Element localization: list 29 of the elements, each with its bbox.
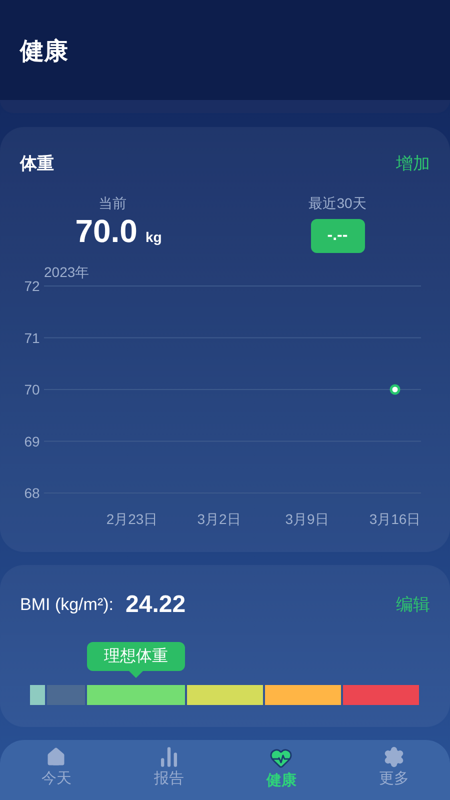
- y-tick-label: 71: [24, 329, 40, 346]
- y-tick-label: 72: [24, 278, 40, 294]
- current-weight: 70.0: [75, 212, 138, 248]
- heart-pulse-icon: [269, 746, 294, 770]
- bmi-label: BMI (kg/m²):: [20, 594, 114, 616]
- x-tick-label: 3月16日: [369, 510, 421, 526]
- bmi-value: 24.22: [126, 590, 186, 620]
- add-button[interactable]: 增加: [396, 151, 430, 176]
- nav-tab[interactable]: 今天: [0, 740, 112, 800]
- year-label: 2023年: [44, 264, 90, 280]
- y-tick-label: 68: [24, 484, 40, 500]
- x-tick-label: 3月9日: [285, 510, 329, 526]
- x-tick-label: 3月2日: [197, 510, 241, 526]
- nav-tab[interactable]: 更多: [338, 740, 450, 800]
- home-icon: [45, 746, 68, 768]
- recent-change-badge: -.--: [310, 218, 364, 252]
- y-tick-label: 70: [24, 381, 40, 397]
- nav-tab[interactable]: 健康: [225, 740, 338, 800]
- edit-button[interactable]: 编辑: [396, 592, 430, 618]
- nav-tab[interactable]: 报告: [112, 740, 225, 800]
- card-title: 体重: [20, 153, 54, 175]
- marker-tooltip: 理想体重: [87, 642, 185, 678]
- page-title: 健康: [20, 37, 68, 67]
- y-tick-label: 69: [24, 432, 40, 449]
- weight-unit: kg: [145, 228, 162, 246]
- current-label: 当前: [98, 194, 126, 212]
- x-tick-label: 2月23日: [106, 510, 158, 526]
- settings-icon: [382, 746, 405, 768]
- recent-label: 最近30天: [308, 194, 366, 212]
